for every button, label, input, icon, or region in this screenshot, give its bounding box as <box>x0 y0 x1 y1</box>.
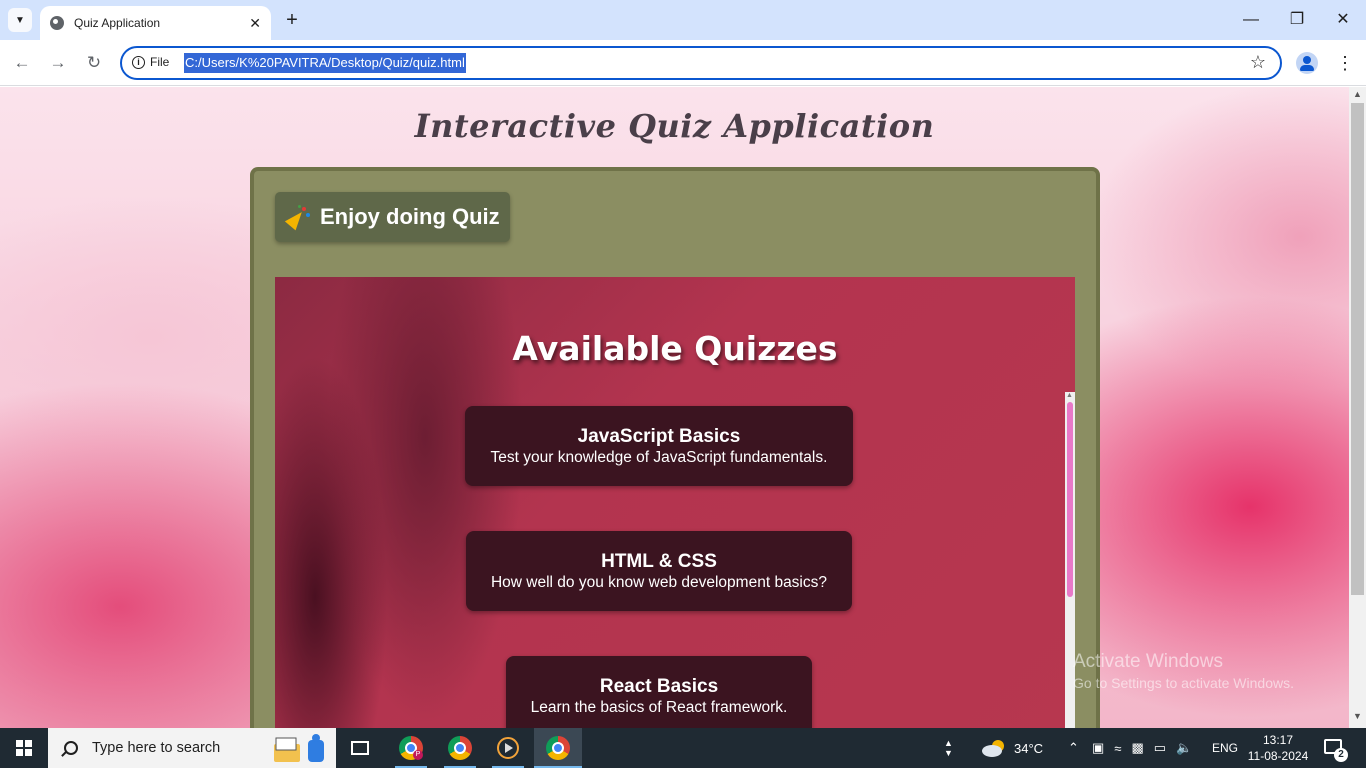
clock-date: 11-08-2024 <box>1247 749 1309 763</box>
show-hidden-icons[interactable]: ⌃ <box>1068 728 1079 768</box>
chevron-down-icon[interactable]: ▼ <box>944 748 953 758</box>
info-icon[interactable]: i <box>132 56 145 69</box>
browser-toolbar: ← → ↻ i File C:/Users/K%20PAVITRA/Deskto… <box>0 40 1366 86</box>
search-icon <box>64 741 78 755</box>
quiz-card-description: Learn the basics of React framework. <box>530 699 788 716</box>
task-view-button[interactable] <box>336 728 384 768</box>
page-viewport: Interactive Quiz Application Enjoy doing… <box>0 87 1349 728</box>
taskbar: Type here to search P ▲ ▼ 34°C ⌃ ▣ ≈ ▩ ▭… <box>0 728 1366 768</box>
chrome-icon <box>448 736 472 760</box>
taskbar-search[interactable]: Type here to search <box>48 728 336 768</box>
page-title: Interactive Quiz Application <box>414 107 935 145</box>
wifi-icon[interactable]: ≈ <box>1114 741 1121 756</box>
display-icon[interactable]: ▩ <box>1131 740 1143 756</box>
enjoy-quiz-label: Enjoy doing Quiz <box>320 204 500 229</box>
profile-icon[interactable] <box>1296 52 1318 74</box>
back-button[interactable]: ← <box>10 52 34 76</box>
browser-tab-active[interactable]: Quiz Application ✕ <box>40 6 271 40</box>
new-tab-button[interactable]: + <box>282 8 302 32</box>
chrome-icon <box>546 736 570 760</box>
tab-search-button[interactable]: ▼ <box>8 8 32 32</box>
chevron-up-icon: ⌃ <box>1068 740 1079 755</box>
tab-title: Quiz Application <box>74 16 161 30</box>
partly-cloudy-icon <box>982 740 1004 757</box>
media-player-icon <box>497 737 519 759</box>
chevron-up-icon[interactable]: ▲ <box>944 738 953 748</box>
party-popper-icon <box>284 205 311 231</box>
forward-button[interactable]: → <box>46 52 70 76</box>
taskbar-clock[interactable]: 13:17 11-08-2024 <box>1246 732 1310 764</box>
available-quizzes-title: Available Quizzes <box>512 329 838 368</box>
enjoy-quiz-banner: Enjoy doing Quiz <box>275 192 510 242</box>
taskbar-chrome-profile-p[interactable]: P <box>387 728 435 768</box>
chevron-down-icon: ▼ <box>15 14 25 26</box>
close-window-button[interactable]: ✕ <box>1328 8 1358 32</box>
taskbar-chrome-active[interactable] <box>534 728 582 768</box>
volume-icon[interactable]: 🔈 <box>1176 740 1192 756</box>
quiz-card-title: React Basics <box>599 676 719 697</box>
system-tray-icons: ▣ ≈ ▩ ▭ 🔈 <box>1092 728 1192 768</box>
quiz-card-description: Test your knowledge of JavaScript fundam… <box>490 449 828 466</box>
watermark-line1: Activate Windows <box>1073 651 1223 672</box>
profile-badge-icon: P <box>413 750 423 760</box>
quiz-card-title: HTML & CSS <box>601 551 717 572</box>
weather-temp: 34°C <box>1014 740 1044 756</box>
page-scrollbar[interactable]: ▲ ▼ <box>1349 87 1366 728</box>
taskbar-scroll-control[interactable]: ▲ ▼ <box>944 728 953 768</box>
quiz-list-scroll-thumb[interactable] <box>1067 402 1073 597</box>
minimize-button[interactable]: — <box>1236 8 1266 32</box>
weather-widget[interactable]: 34°C <box>980 728 1043 768</box>
notification-count-badge: 2 <box>1334 748 1348 762</box>
scroll-up-arrow-icon[interactable]: ▲ <box>1353 89 1362 99</box>
restore-button[interactable]: ❐ <box>1282 8 1312 32</box>
clock-time: 13:17 <box>1262 733 1294 747</box>
quiz-card-description: How well do you know web development bas… <box>490 574 827 591</box>
address-bar[interactable]: i File C:/Users/K%20PAVITRA/Desktop/Quiz… <box>120 46 1282 80</box>
quiz-card-react[interactable]: React Basics Learn the basics of React f… <box>506 656 812 728</box>
quiz-panel: Enjoy doing Quiz Available Quizzes JavaS… <box>250 167 1100 728</box>
quiz-card-html-css[interactable]: HTML & CSS How well do you know web deve… <box>466 531 852 611</box>
globe-icon <box>50 16 64 30</box>
battery-icon[interactable]: ▭ <box>1154 740 1166 756</box>
scroll-down-arrow-icon[interactable]: ▼ <box>1353 711 1362 721</box>
more-menu-icon[interactable]: ⋮ <box>1336 52 1354 74</box>
close-tab-icon[interactable]: ✕ <box>249 15 261 32</box>
windows-logo-icon <box>16 740 32 756</box>
reload-button[interactable]: ↻ <box>82 52 106 76</box>
quiz-list-area: Available Quizzes JavaScript Basics Test… <box>275 277 1075 728</box>
browser-tabstrip: ▼ Quiz Application ✕ + — ❐ ✕ <box>0 0 1366 40</box>
page-scroll-thumb[interactable] <box>1351 103 1364 595</box>
url-text[interactable]: C:/Users/K%20PAVITRA/Desktop/Quiz/quiz.h… <box>184 53 466 73</box>
activate-windows-watermark: Activate Windows Go to Settings to activ… <box>1073 651 1294 691</box>
taskbar-media-player[interactable] <box>484 728 532 768</box>
taskbar-chrome-profile[interactable] <box>436 728 484 768</box>
bookmark-star-icon[interactable]: ☆ <box>1250 52 1266 73</box>
file-chip[interactable]: File <box>150 55 169 69</box>
watermark-line2: Go to Settings to activate Windows. <box>1073 675 1294 691</box>
quiz-card-javascript[interactable]: JavaScript Basics Test your knowledge of… <box>465 406 853 486</box>
quiz-card-title: JavaScript Basics <box>577 426 741 447</box>
task-view-icon <box>351 741 369 755</box>
language-indicator[interactable]: ENG <box>1212 728 1238 768</box>
start-button[interactable] <box>0 728 48 768</box>
search-highlight-illustration-icon <box>274 734 324 762</box>
scroll-up-arrow-icon[interactable]: ▲ <box>1066 392 1073 399</box>
meet-now-icon[interactable]: ▣ <box>1092 740 1104 756</box>
search-placeholder: Type here to search <box>92 740 221 756</box>
